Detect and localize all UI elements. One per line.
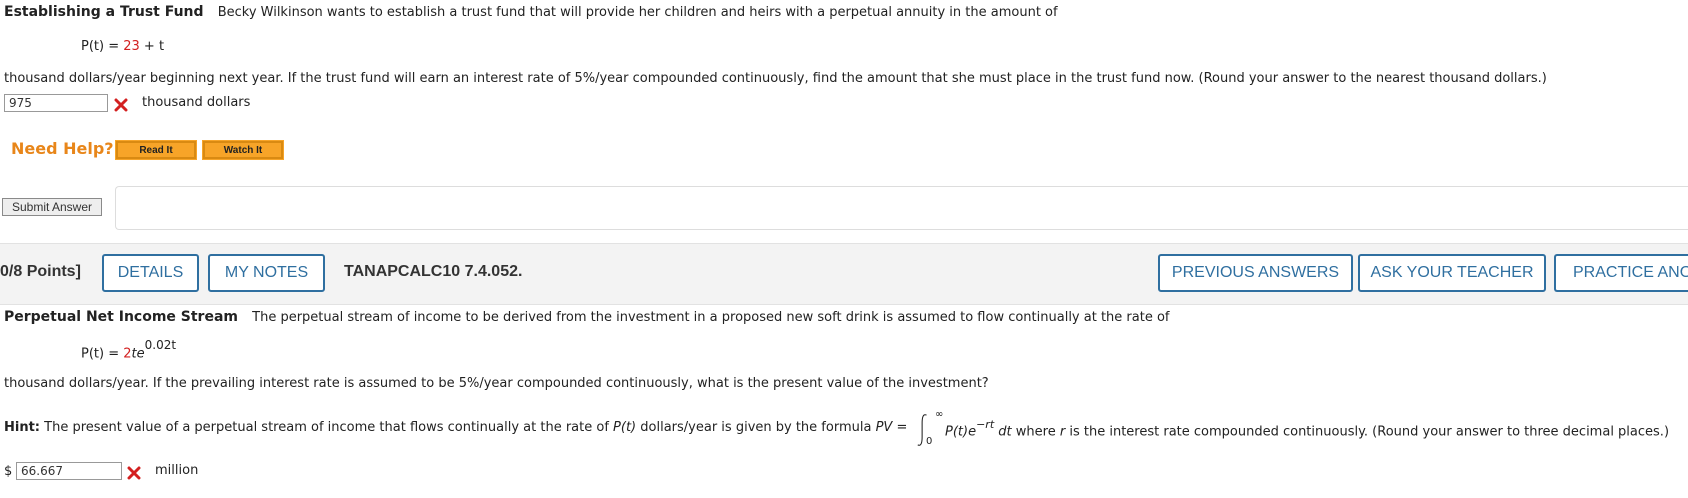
practice-another-button[interactable]: PRACTICE ANOT [1554, 254, 1688, 292]
ask-your-teacher-button[interactable]: ASK YOUR TEACHER [1358, 254, 1546, 292]
hint-label: Hint: [4, 420, 41, 435]
q2-header-line: Perpetual Net Income Stream The perpetua… [4, 309, 1170, 325]
q1-answer-input[interactable] [4, 94, 108, 112]
incorrect-x-icon [127, 466, 141, 480]
q2-hint-integral-tail: P(t)e−rt dt where r is the interest rate… [945, 418, 1670, 440]
read-it-button[interactable]: Read It [115, 140, 197, 160]
currency-symbol: $ [4, 464, 13, 479]
previous-answers-button[interactable]: PREVIOUS ANSWERS [1158, 254, 1353, 292]
my-notes-button[interactable]: MY NOTES [208, 254, 325, 292]
q2-unit: million [155, 463, 199, 478]
q2-hint: Hint: The present value of a perpetual s… [4, 420, 908, 435]
incorrect-x-icon [114, 98, 128, 112]
q1-unit: thousand dollars [142, 95, 251, 110]
q2-title: Perpetual Net Income Stream [4, 309, 238, 325]
points-label: 0/8 Points] [0, 263, 81, 280]
submit-panel [115, 186, 1688, 230]
q2-intro: The perpetual stream of income to be der… [252, 310, 1170, 325]
need-help-label: Need Help? [11, 139, 114, 158]
question-id: TANAPCALC10 7.4.052. [344, 263, 523, 280]
q1-intro: Becky Wilkinson wants to establish a tru… [217, 5, 1058, 20]
q2-answer-input[interactable] [16, 462, 122, 480]
submit-answer-button[interactable]: Submit Answer [2, 198, 102, 216]
watch-it-button[interactable]: Watch It [202, 140, 284, 160]
question-header-bar: 0/8 Points] DETAILS MY NOTES TANAPCALC10… [0, 243, 1688, 305]
q1-header-line: Establishing a Trust Fund Becky Wilkinso… [4, 4, 1058, 20]
q1-body: thousand dollars/year beginning next yea… [4, 71, 1547, 86]
q1-formula-constant: 23 [123, 39, 140, 54]
q1-formula: P(t) = 23 + t [81, 39, 165, 54]
q2-body: thousand dollars/year. If the prevailing… [4, 376, 989, 391]
integral-lower-limit: 0 [926, 436, 933, 447]
q1-title: Establishing a Trust Fund [4, 4, 204, 20]
q2-formula: P(t) = 2te0.02t [81, 338, 177, 362]
q2-formula-coefficient: 2 [123, 346, 132, 362]
details-button[interactable]: DETAILS [102, 254, 199, 292]
integral-upper-limit: ∞ [935, 409, 944, 420]
